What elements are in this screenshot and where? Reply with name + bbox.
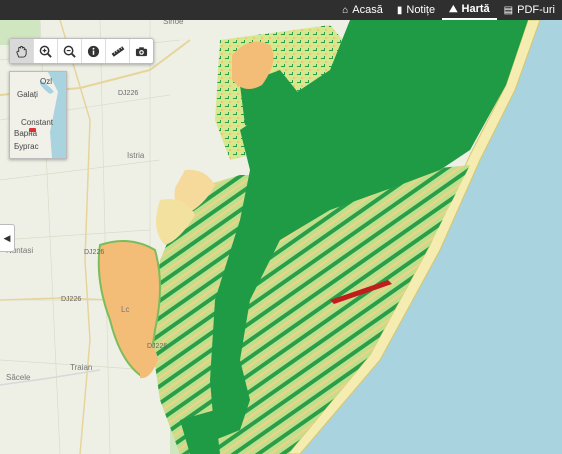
map-icon: ⛰ [449,3,458,15]
pdf-file-icon: ▤ [503,4,514,16]
nav-label-notes: Notițe [406,4,436,16]
road-label-dj226: DJ226 [147,343,167,350]
minimap-label-ozl: Ozl [40,77,52,86]
minimap-label-galati: Galați [17,90,38,99]
map-canvas[interactable]: Sinoe Istria Nuntasi Săcele Traian Lc DJ… [0,0,562,454]
zoom-in-icon [39,45,52,58]
road-label-dj226: DJ226 [84,249,104,256]
ruler-icon [111,45,124,57]
nav-label-map: Hartă [461,3,490,15]
road-label-dj226: DJ226 [61,296,81,303]
zoom-out-icon [63,45,76,58]
note-icon: ▮ [396,4,403,16]
measure-button[interactable] [106,39,130,63]
top-navbar: ⌂ Acasă ▮ Notițe ⛰ Hartă ▤ PDF-uri [0,0,562,20]
home-icon: ⌂ [342,4,349,16]
zoom-in-button[interactable] [34,39,58,63]
camera-icon [135,46,148,56]
town-label-sacele: Săcele [6,373,31,382]
minimap-label-constant: Constant [21,118,54,127]
nav-label-home: Acasă [352,4,383,16]
info-button[interactable] [82,39,106,63]
hand-icon [16,45,27,58]
info-icon [87,45,100,57]
town-label-lc: Lc [121,305,129,314]
chevron-left-icon: ◀ [3,232,11,243]
town-label-traian: Traian [70,363,92,372]
nav-item-home[interactable]: ⌂ Acasă [335,0,390,20]
zoom-out-button[interactable] [58,39,82,63]
overview-minimap[interactable]: Ozl Galați Constant Варна Бургас [9,71,67,159]
nav-item-map[interactable]: ⛰ Hartă [442,0,497,20]
screenshot-button[interactable] [130,39,153,63]
road-label-dj226: DJ226 [118,90,138,97]
minimap-label-burgas: Бургас [14,142,39,151]
nav-item-pdfs[interactable]: ▤ PDF-uri [497,0,562,20]
nav-item-notes[interactable]: ▮ Notițe [390,0,442,20]
minimap-label-varna: Варна [14,129,38,138]
town-label-istria: Istria [127,151,145,160]
map-toolbar [9,38,154,64]
pan-tool-button[interactable] [10,39,34,63]
nav-label-pdfs: PDF-uri [517,4,555,16]
side-panel-toggle-button[interactable]: ◀ [0,224,15,252]
